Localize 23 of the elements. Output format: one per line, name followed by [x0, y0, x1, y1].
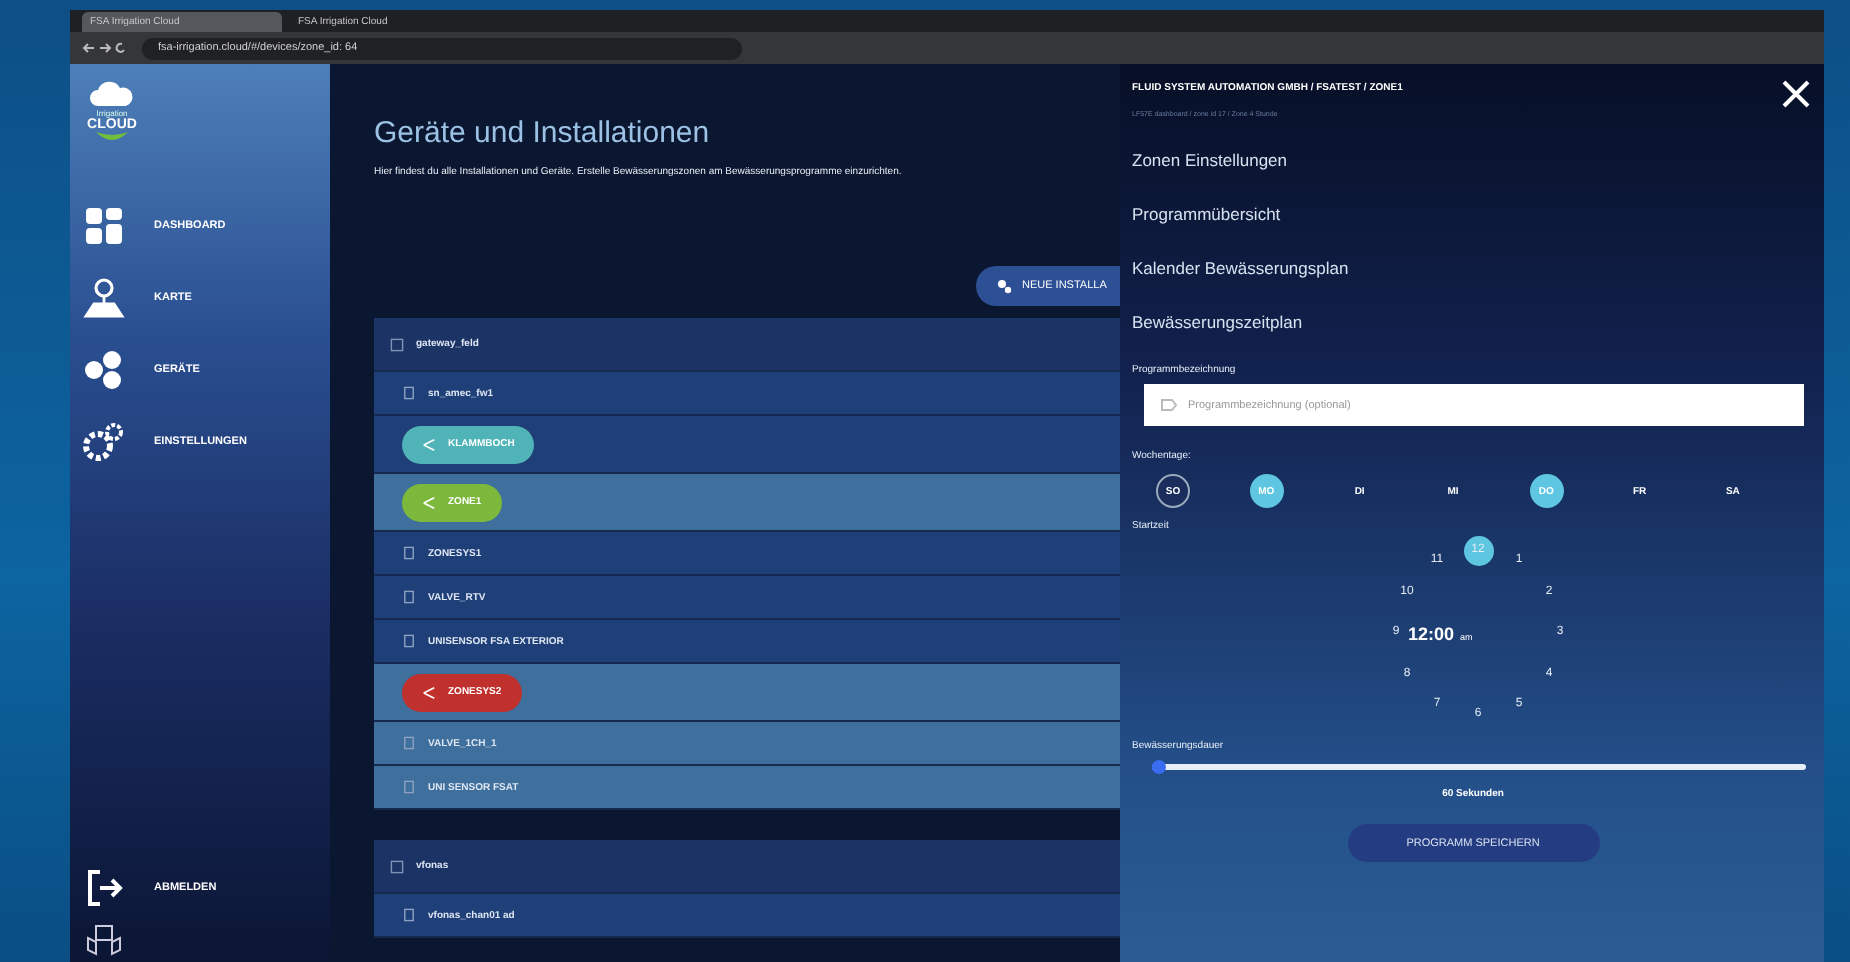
map-pin-icon: [82, 276, 126, 320]
drawer-menu-item[interactable]: Bewässerungszeitplan: [1132, 312, 1814, 332]
time-display: 12:00: [1408, 624, 1455, 644]
tag-icon: [1160, 398, 1178, 412]
device-icon: [402, 386, 416, 400]
device-icon: [402, 590, 416, 604]
drawer-menu-item[interactable]: Programmübersicht: [1132, 204, 1814, 224]
slider-thumb[interactable]: [1151, 760, 1166, 774]
close-button[interactable]: [1780, 78, 1812, 110]
leaf-icon: [96, 132, 128, 144]
settings-icon: [82, 420, 126, 464]
device-icon: [402, 546, 416, 560]
dashboard-icon: [82, 204, 126, 248]
navigation-icon[interactable]: [82, 40, 130, 56]
device-icon: [402, 908, 416, 922]
device-icon: [402, 736, 416, 750]
page-title: Geräte und Installationen: [374, 116, 712, 150]
device-icon: [402, 780, 416, 794]
device-icon: [402, 634, 416, 648]
drawer-menu-item[interactable]: Zonen Einstellungen: [1132, 150, 1814, 170]
duration-slider[interactable]: [1152, 764, 1806, 770]
logout-icon: [82, 866, 126, 910]
cloud-icon: [88, 80, 136, 108]
